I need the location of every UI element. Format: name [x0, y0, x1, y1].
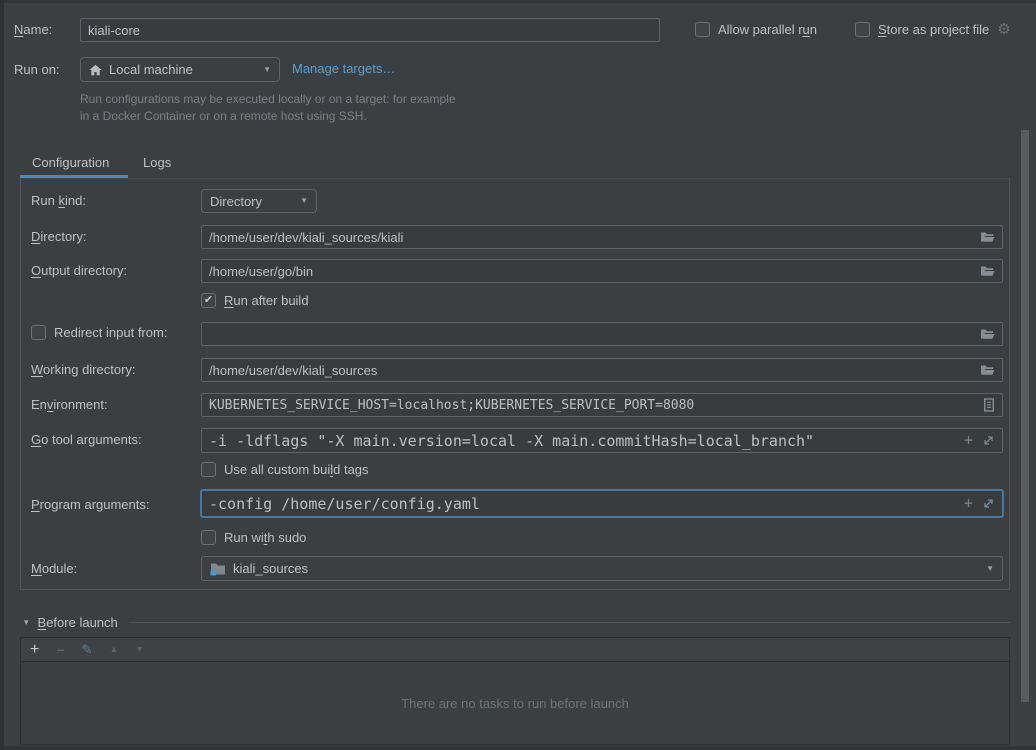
run-on-label: Run on:	[14, 62, 60, 78]
working-directory-input[interactable]: /home/user/dev/kiali_sources	[201, 358, 1003, 382]
output-directory-label: Output directory:	[31, 263, 127, 279]
window-top-edge	[0, 0, 1036, 3]
move-up-button[interactable]: ▲	[109, 645, 118, 654]
allow-parallel-run-checkbox[interactable]: ✔ Allow parallel run	[695, 22, 817, 37]
go-tool-arguments-input[interactable]: -i -ldflags "-X main.version=local -X ma…	[201, 428, 1003, 453]
checkbox-box[interactable]: ✔	[201, 462, 216, 477]
directory-input[interactable]: /home/user/dev/kiali_sources/kiali	[201, 225, 1003, 249]
environment-label: Environment:	[31, 397, 108, 413]
go-tool-arguments-label: Go tool arguments:	[31, 432, 142, 448]
checkbox-box[interactable]: ✔	[31, 325, 46, 340]
use-all-custom-build-tags-checkbox[interactable]: ✔ Use all custom build tags	[201, 462, 369, 477]
checkbox-box[interactable]: ✔	[201, 530, 216, 545]
add-task-button[interactable]: +	[30, 642, 39, 658]
before-launch-empty-text: There are no tasks to run before launch	[21, 662, 1009, 745]
gear-icon[interactable]: ⚙	[997, 22, 1010, 37]
folder-open-icon[interactable]	[980, 265, 995, 278]
tab-logs[interactable]: Logs	[143, 150, 171, 176]
chevron-down-icon: ▼	[300, 197, 308, 205]
run-after-build-label: Run after build	[224, 293, 309, 308]
name-input[interactable]: kiali-core	[80, 18, 660, 42]
folder-open-icon[interactable]	[980, 231, 995, 244]
working-directory-value: /home/user/dev/kiali_sources	[209, 363, 377, 378]
window-bottom-edge	[0, 746, 1036, 750]
before-launch-header: ▾ Before launch	[20, 613, 1010, 631]
redirect-input-from-input[interactable]	[201, 322, 1003, 346]
chevron-down-icon: ▼	[986, 565, 994, 573]
before-launch-panel: + − ✎ ▲ ▼ There are no tasks to run befo…	[20, 637, 1010, 745]
browse-variables-icon[interactable]	[983, 398, 995, 412]
module-label: Module:	[31, 561, 77, 577]
working-directory-label: Working directory:	[31, 362, 136, 378]
run-on-value: Local machine	[109, 62, 193, 77]
separator-line	[129, 622, 1010, 623]
add-macro-icon[interactable]: +	[964, 496, 973, 511]
expand-field-icon[interactable]	[982, 434, 995, 447]
checkbox-box[interactable]: ✔	[201, 293, 216, 308]
expand-field-icon[interactable]	[982, 497, 995, 510]
directory-label: Directory:	[31, 229, 87, 245]
tab-configuration[interactable]: Configuration	[32, 150, 109, 176]
run-kind-label: Run kind:	[31, 193, 86, 209]
environment-value: KUBERNETES_SERVICE_HOST=localhost;KUBERN…	[209, 398, 694, 413]
checkbox-box[interactable]: ✔	[855, 22, 870, 37]
program-arguments-label: Program arguments:	[31, 497, 150, 513]
store-as-project-file-checkbox[interactable]: ✔ Store as project file ⚙	[855, 22, 1011, 37]
edit-task-button[interactable]: ✎	[82, 643, 93, 656]
output-directory-input[interactable]: /home/user/go/bin	[201, 259, 1003, 283]
environment-input[interactable]: KUBERNETES_SERVICE_HOST=localhost;KUBERN…	[201, 393, 1003, 417]
run-kind-dropdown[interactable]: Directory ▼	[201, 189, 317, 213]
allow-parallel-run-label: Allow parallel run	[718, 22, 817, 37]
run-kind-value: Directory	[210, 194, 262, 209]
home-icon	[89, 64, 102, 76]
run-after-build-checkbox[interactable]: ✔ Run after build	[201, 293, 309, 308]
program-arguments-value: -config /home/user/config.yaml	[209, 495, 480, 513]
run-with-sudo-checkbox[interactable]: ✔ Run with sudo	[201, 530, 306, 545]
configuration-panel: Run kind: Directory ▼ Directory: /home/u…	[20, 178, 1010, 590]
run-on-help-line-2: in a Docker Container or on a remote hos…	[80, 109, 367, 123]
use-all-custom-build-tags-label: Use all custom build tags	[224, 462, 369, 477]
chevron-down-icon: ▼	[263, 66, 271, 74]
move-down-button[interactable]: ▼	[135, 645, 144, 654]
store-as-project-file-label: Store as project file	[878, 22, 989, 37]
folder-open-icon[interactable]	[980, 328, 995, 341]
module-icon	[210, 562, 226, 576]
name-value: kiali-core	[88, 23, 140, 38]
run-with-sudo-label: Run with sudo	[224, 530, 306, 545]
folder-open-icon[interactable]	[980, 364, 995, 377]
window-left-edge	[0, 0, 4, 750]
before-launch-title: Before launch	[38, 615, 118, 630]
directory-value: /home/user/dev/kiali_sources/kiali	[209, 230, 403, 245]
run-configuration-dialog: Name: kiali-core ✔ Allow parallel run ✔ …	[0, 0, 1036, 750]
collapse-triangle-icon[interactable]: ▾	[24, 617, 29, 628]
manage-targets-link[interactable]: Manage targets…	[292, 61, 395, 76]
program-arguments-input[interactable]: -config /home/user/config.yaml +	[200, 489, 1004, 518]
redirect-input-from-label: Redirect input from:	[54, 325, 167, 340]
before-launch-toolbar: + − ✎ ▲ ▼	[21, 638, 1009, 662]
checkmark-icon: ✔	[204, 295, 213, 306]
remove-task-button[interactable]: −	[56, 643, 64, 657]
add-macro-icon[interactable]: +	[964, 433, 973, 448]
output-directory-value: /home/user/go/bin	[209, 264, 313, 279]
module-value: kiali_sources	[233, 561, 308, 576]
redirect-input-from-checkbox[interactable]: ✔ Redirect input from:	[31, 325, 167, 340]
vertical-scrollbar-thumb[interactable]	[1021, 130, 1029, 702]
module-dropdown[interactable]: kiali_sources ▼	[201, 556, 1003, 581]
checkbox-box[interactable]: ✔	[695, 22, 710, 37]
run-on-help-line-1: Run configurations may be executed local…	[80, 92, 456, 106]
run-on-dropdown[interactable]: Local machine ▼	[80, 57, 280, 82]
name-label: Name:	[14, 22, 52, 38]
go-tool-arguments-value: -i -ldflags "-X main.version=local -X ma…	[209, 432, 814, 450]
